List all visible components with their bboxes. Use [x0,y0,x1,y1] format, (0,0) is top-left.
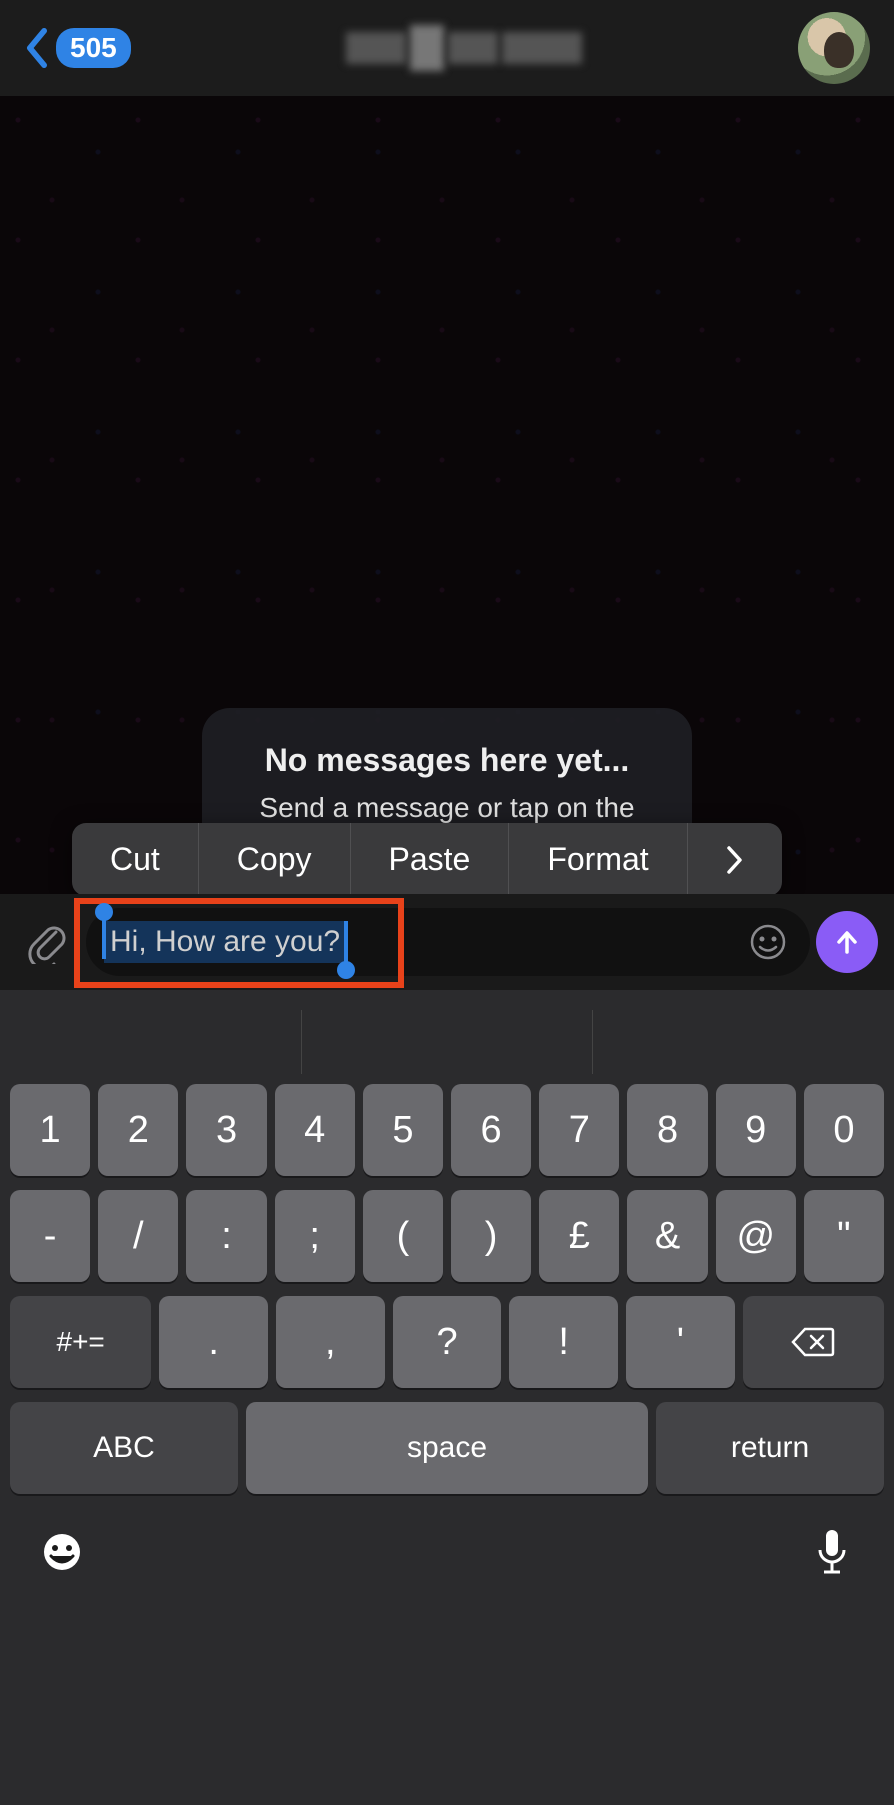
selection-handle-right[interactable] [344,921,348,965]
key-dash[interactable]: - [10,1190,90,1282]
key-5[interactable]: 5 [363,1084,443,1176]
context-cut[interactable]: Cut [72,823,199,896]
chevron-left-icon [24,28,50,68]
key-apostrophe[interactable]: ' [626,1296,735,1388]
context-paste[interactable]: Paste [351,823,510,896]
key-comma[interactable]: , [276,1296,385,1388]
unread-badge: 505 [56,28,131,68]
text-context-menu: Cut Copy Paste Format [72,823,782,896]
selection-handle-left[interactable] [102,915,106,959]
sticker-button[interactable] [744,922,792,962]
key-period[interactable]: . [159,1296,268,1388]
keyboard-bottom-bar [10,1508,884,1584]
key-question[interactable]: ? [393,1296,502,1388]
dictation-button[interactable] [808,1528,856,1576]
keyboard: 1 2 3 4 5 6 7 8 9 0 - / : ; ( ) £ & @ " … [0,990,894,1805]
chevron-right-icon [726,845,744,875]
smiley-icon [748,922,788,962]
backspace-icon [791,1325,835,1359]
context-format[interactable]: Format [509,823,687,896]
key-4[interactable]: 4 [275,1084,355,1176]
paperclip-icon [26,920,70,964]
context-copy[interactable]: Copy [199,823,351,896]
avatar[interactable] [798,12,870,84]
keyboard-row-4: ABC space return [10,1402,884,1494]
key-1[interactable]: 1 [10,1084,90,1176]
keyboard-row-1: 1 2 3 4 5 6 7 8 9 0 [10,1084,884,1176]
back-button[interactable]: 505 [24,28,131,68]
chat-title-obscured[interactable] [346,25,582,71]
message-text-value: Hi, How are you? [110,925,340,958]
arrow-up-icon [831,926,863,958]
key-colon[interactable]: : [186,1190,266,1282]
key-9[interactable]: 9 [716,1084,796,1176]
key-abc[interactable]: ABC [10,1402,238,1494]
context-more[interactable] [688,823,782,896]
key-symbols-switch[interactable]: #+= [10,1296,151,1388]
greeting-title: No messages here yet... [246,742,648,779]
keyboard-suggestion-bar[interactable] [10,1010,884,1074]
key-return[interactable]: return [656,1402,884,1494]
key-slash[interactable]: / [98,1190,178,1282]
key-0[interactable]: 0 [804,1084,884,1176]
key-7[interactable]: 7 [539,1084,619,1176]
key-at[interactable]: @ [716,1190,796,1282]
key-8[interactable]: 8 [627,1084,707,1176]
key-2[interactable]: 2 [98,1084,178,1176]
emoji-keyboard-button[interactable] [38,1528,86,1576]
key-lparen[interactable]: ( [363,1190,443,1282]
key-amp[interactable]: & [627,1190,707,1282]
key-6[interactable]: 6 [451,1084,531,1176]
message-field[interactable]: Hi, How are you? [86,908,810,976]
message-input-bar: Hi, How are you? [0,894,894,990]
key-exclaim[interactable]: ! [509,1296,618,1388]
key-semicolon[interactable]: ; [275,1190,355,1282]
key-backspace[interactable] [743,1296,884,1388]
key-quote[interactable]: " [804,1190,884,1282]
key-rparen[interactable]: ) [451,1190,531,1282]
message-text-selected[interactable]: Hi, How are you? [104,921,346,963]
send-button[interactable] [816,911,878,973]
microphone-icon [814,1528,850,1576]
keyboard-row-2: - / : ; ( ) £ & @ " [10,1190,884,1282]
emoji-icon [40,1530,84,1574]
key-pound[interactable]: £ [539,1190,619,1282]
attach-button[interactable] [16,920,80,964]
key-3[interactable]: 3 [186,1084,266,1176]
chat-header: 505 [0,0,894,96]
keyboard-row-3: #+= . , ? ! ' [10,1296,884,1388]
key-space[interactable]: space [246,1402,648,1494]
